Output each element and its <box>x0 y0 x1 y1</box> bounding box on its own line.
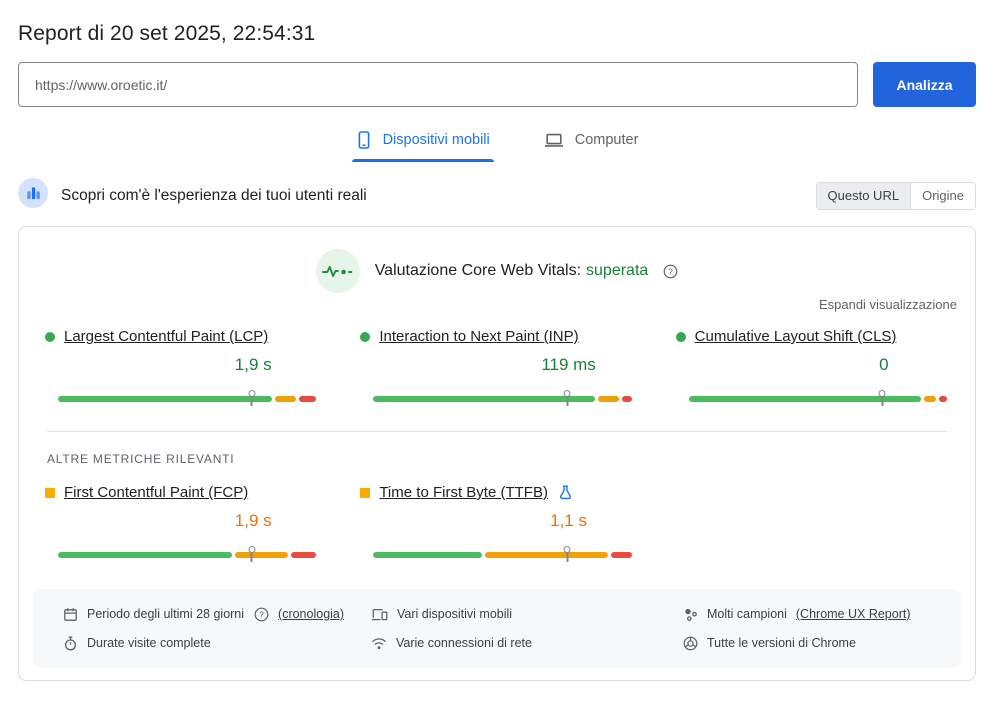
footer-item-period: Periodo degli ultimi 28 giorni? (cronolog… <box>63 602 371 626</box>
samples-icon <box>683 607 698 622</box>
metric-inp: Interaction to Next Paint (INP) 119 ms <box>360 328 633 407</box>
field-data-card: Valutazione Core Web Vitals: superata ? … <box>18 226 976 681</box>
url-input[interactable] <box>18 62 858 107</box>
tab-mobile[interactable]: Dispositivi mobili <box>351 125 494 162</box>
seg-poor-segment <box>621 396 632 402</box>
pagespeed-report-page: Report di 20 set 2025, 22:54:31 Analizza… <box>0 0 994 681</box>
analyze-button[interactable]: Analizza <box>873 62 976 107</box>
seg-ni-segment <box>923 396 937 402</box>
good-status-dot-icon <box>45 331 55 342</box>
metric-square-icon <box>45 487 55 498</box>
metric-label-ttfb[interactable]: Time to First Byte (TTFB) <box>379 484 548 501</box>
devices-icon <box>371 607 388 622</box>
footer-item-samples: Molti campioni (Chrome UX Report) <box>683 602 953 626</box>
url-search-bar: Analizza <box>18 62 976 107</box>
stopwatch-icon <box>63 636 78 651</box>
seg-good-segment <box>373 396 596 402</box>
footer-item-text: Varie connessioni di rete <box>396 636 532 650</box>
metric-value-cls: 0 <box>879 355 889 374</box>
footer-item-text: Molti campioni <box>707 607 787 621</box>
footer-item-text: Durate visite complete <box>87 636 211 650</box>
other-metrics-row: First Contentful Paint (FCP) 1,9 s Time to… <box>19 484 975 563</box>
experimental-flask-icon <box>559 485 572 500</box>
device-tabs: Dispositivi mobili Computer <box>18 125 976 162</box>
metric-label-lcp[interactable]: Largest Contentful Paint (LCP) <box>64 328 268 345</box>
help-icon[interactable]: ? <box>663 264 678 279</box>
seg-poor-segment <box>291 552 317 558</box>
seg-poor-segment <box>939 396 948 402</box>
footer-item-devices: Vari dispositivi mobili <box>371 602 683 626</box>
laptop-icon <box>544 132 564 148</box>
percentile-marker <box>248 546 256 562</box>
scope-this-url-button[interactable]: Questo URL <box>816 182 912 209</box>
scope-origin-button[interactable]: Origine <box>911 182 975 209</box>
percentile-marker <box>563 546 571 562</box>
footer-link-samples[interactable]: (Chrome UX Report) <box>796 607 911 621</box>
metric-lcp: Largest Contentful Paint (LCP) 1,9 s <box>45 328 318 407</box>
real-users-icon <box>18 178 48 213</box>
metric-label-inp[interactable]: Interaction to Next Paint (INP) <box>379 328 578 345</box>
wifi-icon <box>371 637 387 650</box>
cwv-title: Valutazione Core Web Vitals: <box>374 262 582 279</box>
distribution-bar-ttfb <box>373 546 632 562</box>
seg-ni-segment <box>598 396 619 402</box>
seg-good-segment <box>688 396 921 402</box>
distribution-bar-fcp <box>58 546 317 562</box>
metric-ttfb: Time to First Byte (TTFB) 1,1 s <box>360 484 633 563</box>
metric-value-lcp: 1,9 s <box>234 355 272 374</box>
percentile-marker <box>248 390 256 406</box>
percentile-marker <box>878 390 886 406</box>
distribution-bar-inp <box>373 390 632 406</box>
svg-text:?: ? <box>259 609 264 619</box>
scope-toggle: Questo URL Origine <box>815 181 976 210</box>
footer-item-text: Periodo degli ultimi 28 giorni <box>87 607 245 621</box>
calendar-icon <box>63 607 78 622</box>
seg-good-segment <box>58 396 273 402</box>
core-web-vitals-header: Valutazione Core Web Vitals: superata ? <box>19 249 975 293</box>
chrome-icon <box>683 636 698 651</box>
data-collection-footer: Periodo degli ultimi 28 giorni? (cronolog… <box>33 589 961 668</box>
footer-item-chrome-versions: Tutte le versioni di Chrome <box>683 631 953 655</box>
footer-item-text: Vari dispositivi mobili <box>397 607 513 621</box>
metric-fcp: First Contentful Paint (FCP) 1,9 s <box>45 484 318 563</box>
footer-item-text: Tutte le versioni di Chrome <box>707 636 856 650</box>
help-icon[interactable]: ? <box>254 607 269 622</box>
expand-visualization-link[interactable]: Espandi visualizzazione <box>19 297 975 312</box>
metric-square-icon <box>360 487 371 498</box>
good-status-dot-icon <box>675 331 686 342</box>
field-data-header: Scopri com'è l'esperienza dei tuoi utent… <box>18 178 976 213</box>
seg-poor-segment <box>298 396 317 402</box>
tab-label: Dispositivi mobili <box>382 132 490 148</box>
seg-ni-segment <box>235 552 289 558</box>
metric-cls: Cumulative Layout Shift (CLS) 0 <box>675 328 949 407</box>
other-metrics-label: ALTRE METRICHE RILEVANTI <box>47 452 235 466</box>
footer-item-connections: Varie connessioni di rete <box>371 631 683 655</box>
field-section-heading: Scopri com'è l'esperienza dei tuoi utent… <box>61 186 367 204</box>
seg-ni-segment <box>275 396 296 402</box>
tab-label: Computer <box>574 132 639 148</box>
section-divider <box>47 431 947 432</box>
percentile-marker <box>563 390 571 406</box>
svg-text:?: ? <box>668 266 673 276</box>
metric-label-fcp[interactable]: First Contentful Paint (FCP) <box>64 484 248 501</box>
seg-ni-segment <box>484 552 609 558</box>
seg-poor-segment <box>611 552 632 558</box>
core-metrics-row: Largest Contentful Paint (LCP) 1,9 s Inter… <box>19 328 975 407</box>
page-title: Report di 20 set 2025, 22:54:31 <box>18 22 316 45</box>
footer-link-period[interactable]: (cronologia) <box>278 607 344 621</box>
cwv-status: superata <box>586 262 649 279</box>
seg-good-segment <box>58 552 233 558</box>
metric-label-cls[interactable]: Cumulative Layout Shift (CLS) <box>695 328 897 345</box>
metric-value-inp: 119 ms <box>541 355 596 374</box>
tab-desktop[interactable]: Computer <box>540 125 643 162</box>
metric-value-fcp: 1,9 s <box>234 511 272 530</box>
metric-value-ttfb: 1,1 s <box>550 511 587 530</box>
pulse-icon <box>315 249 360 293</box>
distribution-bar-lcp <box>58 390 317 406</box>
good-status-dot-icon <box>360 331 371 342</box>
footer-item-visit-durations: Durate visite complete <box>63 631 371 655</box>
seg-good-segment <box>373 552 482 558</box>
phone-icon <box>356 131 372 149</box>
distribution-bar-cls <box>688 390 948 406</box>
